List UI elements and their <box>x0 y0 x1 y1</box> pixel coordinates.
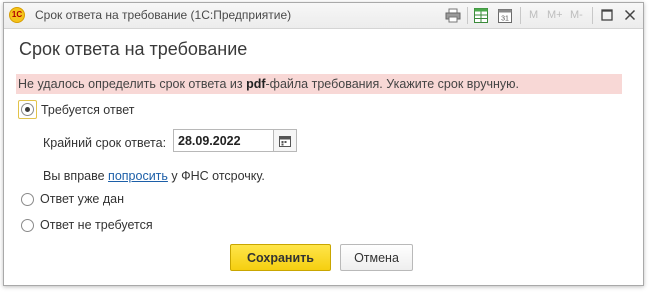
memory-button[interactable]: M <box>529 9 538 21</box>
request-deferral-link[interactable]: попросить <box>108 169 168 183</box>
toolbar-separator <box>592 7 593 24</box>
form-header: Срок ответа на требование <box>19 39 248 59</box>
toolbar-separator <box>467 7 468 24</box>
close-icon[interactable] <box>622 7 638 23</box>
app-logo-icon: 1С <box>9 7 25 23</box>
radio-given[interactable] <box>21 192 34 206</box>
warning-text-start: Не удалось определить срок ответа из <box>18 77 247 91</box>
option-given-label: Ответ уже дан <box>40 192 125 206</box>
toolbar-separator <box>520 7 521 24</box>
option-required-label: Требуется ответ <box>41 102 135 117</box>
print-icon[interactable] <box>445 8 461 23</box>
radio-not-required[interactable] <box>21 218 34 232</box>
info-text-end: у ФНС отсрочку. <box>167 169 265 183</box>
deadline-label: Крайний срок ответа: <box>43 136 167 150</box>
deadline-date-input[interactable] <box>173 129 274 152</box>
warning-message: Не удалось определить срок ответа из pdf… <box>16 74 622 94</box>
option-not-required-label: Ответ не требуется <box>40 218 153 232</box>
deferral-info: Вы вправе попросить у ФНС отсрочку. <box>43 169 265 183</box>
option-not-required[interactable]: Ответ не требуется <box>21 218 153 232</box>
warning-text-end: -файла требования. Укажите срок вручную. <box>265 77 520 91</box>
memory-minus-button[interactable]: M- <box>570 9 583 21</box>
cancel-button[interactable]: Отмена <box>340 244 413 271</box>
save-button[interactable]: Сохранить <box>230 244 331 271</box>
focus-frame <box>18 100 37 119</box>
calendar-icon <box>279 135 291 147</box>
maximize-icon[interactable] <box>599 7 615 23</box>
window-title: Срок ответа на требование (1С:Предприяти… <box>35 8 292 22</box>
warning-text-bold: pdf <box>246 77 266 91</box>
svg-text:31: 31 <box>501 16 509 23</box>
title-bar[interactable]: 1С Срок ответа на требование (1С:Предпри… <box>4 3 643 29</box>
dialog-window: 1С Срок ответа на требование (1С:Предпри… <box>3 2 644 286</box>
info-text-start: Вы вправе <box>43 169 109 183</box>
calendar-button[interactable] <box>274 129 297 152</box>
calendar-toolbar-icon[interactable]: 31 <box>498 8 512 23</box>
memory-plus-button[interactable]: M+ <box>547 9 563 21</box>
option-required[interactable]: Требуется ответ <box>18 100 134 119</box>
radio-required[interactable] <box>21 103 34 116</box>
spreadsheet-icon[interactable] <box>474 8 488 23</box>
option-given[interactable]: Ответ уже дан <box>21 192 124 206</box>
